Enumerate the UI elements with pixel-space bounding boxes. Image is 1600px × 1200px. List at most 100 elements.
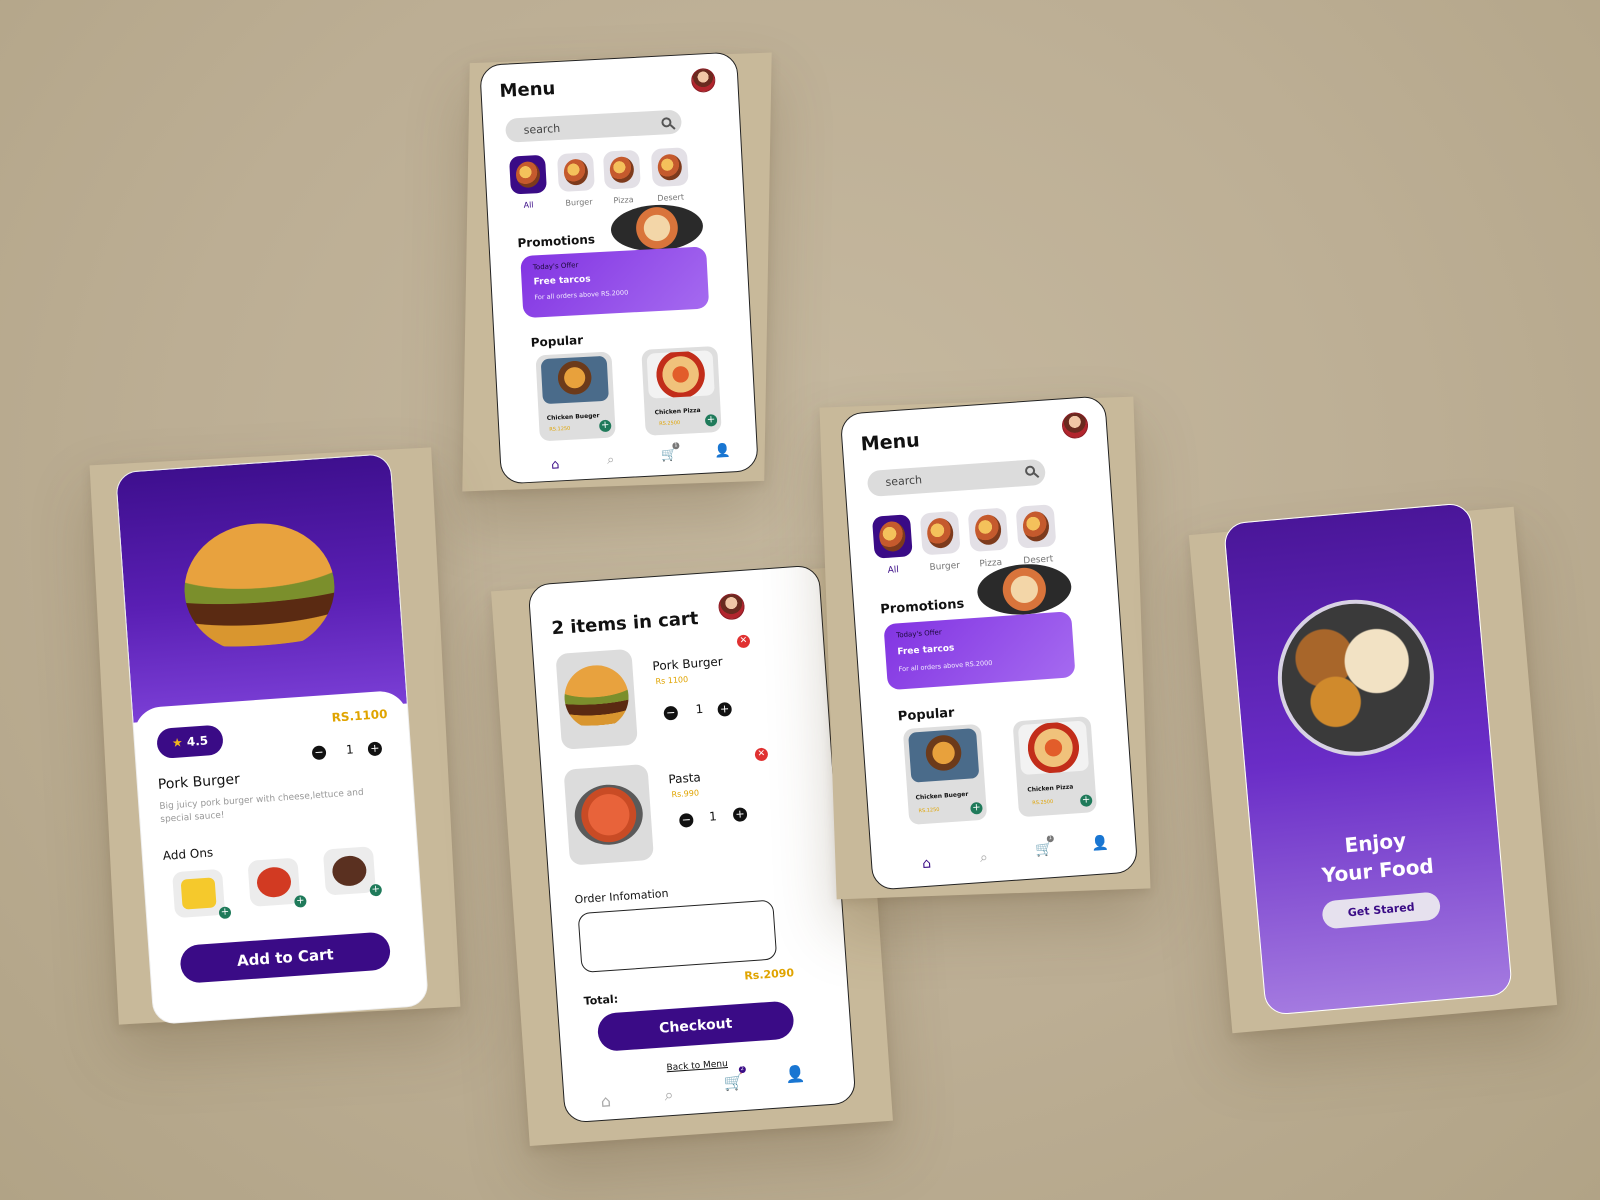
add-item-button[interactable]: + [598, 419, 612, 433]
get-started-button[interactable]: Get Stared [1321, 891, 1442, 930]
star-icon: ★ [171, 735, 184, 750]
promo-banner[interactable]: Today's Offer Free tarcos For all orders… [520, 246, 710, 319]
popular-item-name: Chicken Pizza [654, 406, 701, 417]
search-icon[interactable] [661, 117, 672, 128]
add-item-button[interactable]: + [704, 414, 718, 427]
popular-card[interactable]: Chicken Bueger RS.1250 + [902, 723, 988, 825]
checkout-button[interactable]: Checkout [596, 1000, 795, 1052]
promotions-title: Promotions [879, 596, 965, 618]
back-to-menu-link[interactable]: Back to Menu [666, 1059, 728, 1073]
category-pizza[interactable] [967, 507, 1009, 553]
patty-icon [331, 854, 368, 888]
category-all[interactable] [871, 514, 913, 559]
cart-item-price: Rs.990 [671, 788, 700, 800]
popular-card[interactable]: Chicken Pizza RS.2500 + [1012, 716, 1098, 818]
home-icon[interactable]: ⌂ [922, 856, 932, 873]
promo-subtext: For all orders above RS.2000 [534, 288, 629, 302]
quantity-value: 1 [345, 742, 355, 757]
category-label: All [887, 565, 900, 576]
pizza-icon [609, 156, 635, 184]
cheese-icon [180, 877, 217, 910]
avatar[interactable] [1061, 411, 1089, 440]
quantity-value: 1 [708, 809, 718, 824]
decrease-button[interactable]: − [678, 812, 694, 828]
order-info-label: Order Infomation [574, 886, 669, 907]
home-icon[interactable]: ⌂ [551, 457, 560, 472]
remove-item-button[interactable]: ✕ [754, 747, 769, 762]
total-label: Total: [583, 992, 619, 1008]
burger-image [562, 663, 631, 732]
add-item-button[interactable]: + [970, 801, 983, 815]
category-label: Desert [657, 192, 685, 203]
popular-item-price: RS.2500 [1032, 798, 1054, 807]
remove-item-button[interactable]: ✕ [736, 634, 751, 649]
tomato-icon [255, 866, 292, 899]
search-placeholder: search [523, 121, 561, 137]
profile-icon[interactable]: 👤 [714, 443, 731, 459]
popular-item-name: Chicken Bueger [915, 790, 969, 802]
addon-tomato[interactable]: + [247, 857, 307, 908]
cart-icon[interactable]: 🛒 [660, 447, 677, 463]
popular-card[interactable]: Chicken Bueger RS.1250 + [535, 351, 616, 442]
category-desert[interactable] [1015, 504, 1057, 549]
category-burger[interactable] [556, 152, 595, 193]
search-input[interactable]: search [505, 109, 683, 143]
category-burger[interactable] [919, 510, 961, 556]
category-label: All [523, 200, 534, 210]
tacos-image [975, 561, 1073, 618]
increase-button[interactable]: + [732, 807, 748, 823]
promo-headline: Free tarcos [533, 274, 591, 288]
addon-patty[interactable]: + [322, 846, 383, 897]
profile-icon[interactable]: 👤 [1091, 835, 1110, 852]
page-title: Menu [860, 429, 921, 456]
promotions-title: Promotions [517, 232, 596, 251]
home-icon[interactable]: ⌂ [600, 1091, 611, 1111]
food-icon [515, 161, 541, 189]
cart-icon[interactable]: 🛒 [723, 1072, 744, 1092]
avatar[interactable] [717, 592, 746, 621]
increase-button[interactable]: + [717, 701, 733, 717]
category-desert[interactable] [650, 147, 689, 188]
popular-title: Popular [897, 705, 955, 725]
promo-subtext: For all orders above RS.2000 [898, 658, 993, 674]
popular-item-price: RS.1250 [918, 806, 940, 815]
detail-screen: ★ 4.5 RS.1100 − 1 + Pork Burger Big juic… [115, 453, 429, 1025]
page-title: Menu [499, 78, 556, 102]
category-label: Burger [565, 197, 593, 208]
search-input[interactable]: search [866, 458, 1047, 498]
mockup-stage: Menu search All Burger Pizza Desert Prom… [0, 0, 1600, 1200]
cart-badge: 1 [1046, 834, 1055, 843]
search-placeholder: search [885, 473, 923, 489]
promo-banner[interactable]: Today's Offer Free tarcos For all orders… [883, 611, 1076, 691]
popular-item-price: RS.1250 [549, 425, 571, 433]
profile-icon[interactable]: 👤 [785, 1064, 806, 1084]
promo-tag: Today's Offer [532, 261, 579, 272]
popular-item-name: Chicken Bueger [546, 412, 600, 422]
add-item-button[interactable]: + [1079, 794, 1093, 808]
rating-badge: ★ 4.5 [156, 724, 224, 759]
popular-card[interactable]: Chicken Pizza RS.2500 + [641, 345, 722, 436]
search-nav-icon[interactable]: ⌕ [979, 850, 988, 867]
food-icon [878, 520, 907, 553]
search-icon[interactable] [1024, 465, 1036, 477]
food-platter-image [1271, 593, 1441, 763]
category-pizza[interactable] [602, 149, 641, 190]
cart-badge: 2 [738, 1065, 747, 1074]
search-nav-icon[interactable]: ⌕ [607, 453, 615, 468]
avatar[interactable] [690, 67, 716, 93]
burger-icon [563, 158, 589, 186]
menu-screen-right: Menu search All Burger Pizza Desert Prom… [839, 395, 1139, 891]
cart-title: 2 items in cart [550, 608, 700, 640]
order-info-field[interactable] [577, 899, 778, 974]
pasta-image [572, 782, 645, 848]
addon-cheese[interactable]: + [172, 868, 232, 920]
popular-item-name: Chicken Pizza [1027, 783, 1074, 794]
total-value: Rs.2090 [743, 966, 795, 983]
category-all[interactable] [509, 154, 547, 195]
decrease-button[interactable]: − [663, 705, 679, 721]
splash-screen: Enjoy Your Food Get Stared [1222, 502, 1514, 1016]
tacos-image [609, 202, 705, 254]
cart-icon[interactable]: 🛒 [1035, 841, 1054, 858]
cart-badge: 1 [672, 442, 680, 450]
search-nav-icon[interactable]: ⌕ [664, 1085, 674, 1106]
